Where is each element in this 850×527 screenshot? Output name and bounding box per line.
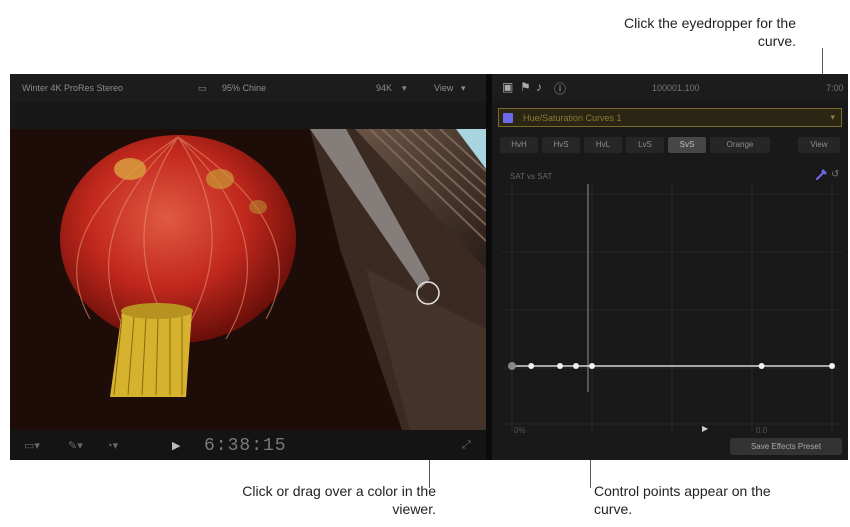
video-inspector-icon[interactable]: ▣: [502, 80, 513, 94]
viewer-toolbar: Winter 4K ProRes Stereo ▭ 95% Chine 94K …: [10, 74, 486, 102]
effect-color-swatch: [503, 113, 513, 123]
view-menu[interactable]: View: [434, 83, 453, 93]
curve-view-button[interactable]: View: [798, 137, 840, 153]
range-right-value: 0.0: [756, 426, 768, 435]
effect-selector[interactable]: Hue/Saturation Curves 1 ▾: [498, 108, 842, 127]
tab-hue-vs-hue[interactable]: HvH: [500, 137, 538, 153]
transform-icon[interactable]: ✎▾: [68, 439, 83, 452]
curve-label: SAT vs SAT: [510, 172, 553, 181]
format-menu[interactable]: 94K: [376, 83, 392, 93]
flag-icon[interactable]: ⚑: [520, 80, 531, 94]
effect-name: Hue/Saturation Curves 1: [523, 113, 622, 123]
tab-hue-vs-luma[interactable]: HvL: [584, 137, 622, 153]
reset-icon[interactable]: ↺: [831, 169, 839, 180]
chevron-down-icon: ▾: [830, 112, 835, 122]
inspector-toolbar: ▣ ⚑ ♪ ⓘ 100001.100 7:00: [492, 74, 848, 102]
viewer-subbar: [10, 102, 486, 129]
viewer-options-icon[interactable]: ▭▾: [24, 439, 40, 452]
callout-control-points: Control points appear on the curve.: [594, 483, 771, 517]
chevron-down-icon: ▾: [461, 83, 466, 93]
tab-sat-vs-sat[interactable]: SvS: [668, 137, 706, 153]
clip-name: 95% Chine: [222, 83, 267, 93]
chevron-down-icon: ▾: [402, 83, 407, 93]
callout-eyedropper: Click the eyedropper for the curve.: [624, 15, 796, 49]
control-point[interactable]: [528, 363, 535, 369]
callout-viewer: Click or drag over a color in the viewer…: [242, 483, 436, 517]
range-left-value: 0%: [514, 426, 526, 435]
control-point[interactable]: [589, 363, 595, 369]
eyedropper-icon[interactable]: [814, 168, 828, 182]
timecode: 6:38:15: [204, 436, 287, 456]
control-point[interactable]: [829, 363, 835, 369]
tab-orange[interactable]: Orange: [710, 137, 770, 153]
control-point[interactable]: [758, 363, 765, 369]
inspector-title: 100001.100: [652, 83, 700, 93]
viewer-image[interactable]: [10, 129, 486, 430]
lantern-photo: [10, 129, 486, 430]
info-icon[interactable]: ⓘ: [554, 80, 566, 97]
save-effects-preset-button[interactable]: Save Effects Preset: [730, 438, 842, 455]
control-point[interactable]: [573, 363, 579, 369]
tab-luma-vs-sat[interactable]: LvS: [626, 137, 664, 153]
inspector-duration: 7:00: [826, 83, 844, 93]
tab-hue-vs-sat[interactable]: HvS: [542, 137, 580, 153]
control-point[interactable]: [557, 363, 563, 369]
control-point[interactable]: [508, 362, 516, 370]
speed-icon[interactable]: ◔▾: [106, 439, 118, 452]
color-inspector: ▣ ⚑ ♪ ⓘ 100001.100 7:00 Hue/Saturation C…: [492, 74, 848, 460]
play-icon[interactable]: ▶: [172, 439, 180, 452]
clip-icon: ▭: [198, 83, 207, 93]
audio-icon[interactable]: ♪: [536, 80, 542, 94]
viewer-controls: ▭▾ ✎▾ ◔▾ ▶ 6:38:15 ⤢: [10, 430, 486, 460]
curve-graph[interactable]: [502, 184, 842, 432]
library-label: Winter 4K ProRes Stereo: [22, 83, 124, 93]
fullscreen-icon[interactable]: ⤢: [462, 439, 471, 452]
play-icon: ▶: [702, 424, 709, 433]
final-cut-window: Winter 4K ProRes Stereo ▭ 95% Chine 94K …: [10, 74, 848, 460]
